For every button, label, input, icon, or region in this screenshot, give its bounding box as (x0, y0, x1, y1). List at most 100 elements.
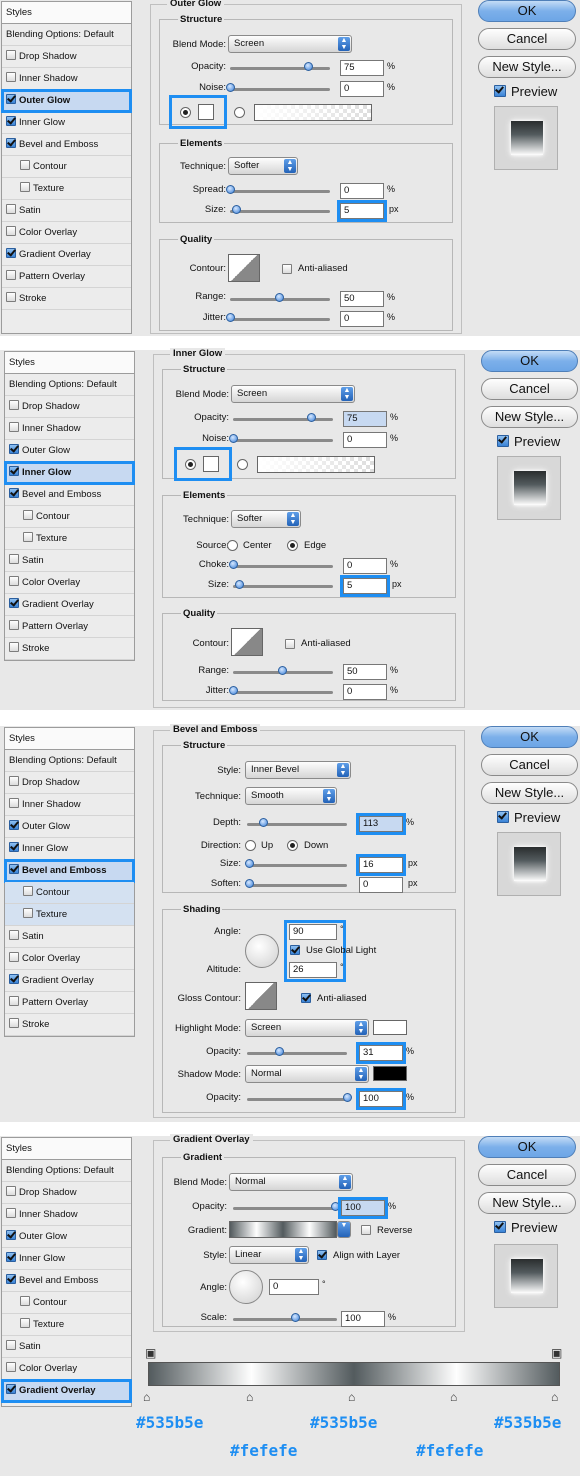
ok-button[interactable]: OK (478, 1136, 576, 1158)
opacity-slider[interactable] (233, 418, 333, 421)
checkbox[interactable] (9, 798, 19, 808)
opacity-slider-knob[interactable] (307, 413, 316, 422)
choke-field[interactable]: 0 (343, 558, 387, 574)
gradient-picker[interactable] (229, 1221, 337, 1238)
size-slider-knob[interactable] (235, 580, 244, 589)
checkbox[interactable] (6, 1208, 16, 1218)
angle-dial[interactable] (245, 934, 279, 968)
style-texture[interactable]: Texture (2, 178, 131, 200)
style-stroke[interactable]: Stroke (2, 288, 131, 310)
style-gradient-overlay[interactable]: Gradient Overlay (2, 244, 131, 266)
style-drop-shadow[interactable]: Drop Shadow (5, 772, 134, 794)
style-pattern-overlay[interactable]: Pattern Overlay (5, 616, 134, 638)
highlight-opacity-slider[interactable] (247, 1052, 347, 1055)
style-satin[interactable]: Satin (5, 550, 134, 572)
style-pattern-overlay[interactable]: Pattern Overlay (5, 992, 134, 1014)
blending-options[interactable]: Blending Options: Default (5, 750, 134, 772)
style-gradient-overlay[interactable]: Gradient Overlay (5, 594, 134, 616)
style-texture[interactable]: Texture (5, 528, 134, 550)
spread-slider[interactable] (230, 190, 330, 193)
noise-field[interactable]: 0 (340, 81, 384, 97)
size-slider[interactable] (230, 210, 330, 213)
style-pattern-overlay[interactable]: Pattern Overlay (2, 266, 131, 288)
blending-options[interactable]: Blending Options: Default (2, 24, 131, 46)
soften-slider-knob[interactable] (245, 879, 254, 888)
technique-select[interactable]: Smooth ▲ ▼ (245, 787, 337, 805)
style-satin[interactable]: Satin (2, 1336, 131, 1358)
color-stop-5[interactable]: ⌂ (551, 1390, 558, 1404)
checkbox[interactable] (6, 1340, 16, 1350)
style-stroke[interactable]: Stroke (5, 638, 134, 660)
range-slider-knob[interactable] (275, 293, 284, 302)
gradient-radio[interactable] (237, 459, 248, 470)
checkbox[interactable] (9, 820, 19, 830)
shadow-mode-select[interactable]: Normal ▲ ▼ (245, 1065, 369, 1083)
highlight-color-swatch[interactable] (373, 1020, 407, 1035)
style-satin[interactable]: Satin (2, 200, 131, 222)
checkbox[interactable] (6, 1384, 16, 1394)
gloss-contour-picker[interactable] (245, 982, 277, 1010)
color-stop-1[interactable]: ⌂ (143, 1390, 150, 1404)
direction-up-radio[interactable] (245, 840, 256, 851)
cancel-button[interactable]: Cancel (481, 378, 578, 400)
blend-mode-select[interactable]: Screen ▲ ▼ (231, 385, 355, 403)
style-bevel[interactable]: Bevel and Emboss (2, 1270, 131, 1292)
checkbox[interactable] (6, 1230, 16, 1240)
size-slider[interactable] (247, 864, 347, 867)
checkbox[interactable] (20, 182, 30, 192)
choke-slider[interactable] (233, 565, 333, 568)
checkbox[interactable] (9, 842, 19, 852)
ok-button[interactable]: OK (481, 350, 578, 372)
checkbox[interactable] (9, 444, 19, 454)
checkbox[interactable] (23, 908, 33, 918)
noise-slider[interactable] (233, 439, 333, 442)
size-field[interactable]: 5 (340, 575, 390, 597)
checkbox[interactable] (6, 50, 16, 60)
style-inner-glow[interactable]: Inner Glow (4, 461, 135, 485)
contour-picker[interactable] (231, 628, 263, 656)
preview-checkbox[interactable] (497, 435, 509, 447)
scale-slider-knob[interactable] (291, 1313, 300, 1322)
shadow-color-swatch[interactable] (373, 1066, 407, 1081)
glow-color-swatch[interactable] (203, 456, 219, 472)
checkbox[interactable] (9, 620, 19, 630)
checkbox[interactable] (9, 598, 19, 608)
style-inner-glow[interactable]: Inner Glow (5, 838, 134, 860)
new-style-button[interactable]: New Style... (478, 56, 576, 78)
style-contour[interactable]: Contour (5, 882, 134, 904)
checkbox[interactable] (9, 776, 19, 786)
jitter-slider[interactable] (230, 318, 330, 321)
style-drop-shadow[interactable]: Drop Shadow (2, 46, 131, 68)
range-field[interactable]: 50 (343, 664, 387, 680)
checkbox[interactable] (6, 1252, 16, 1262)
noise-slider[interactable] (230, 88, 330, 91)
checkbox[interactable] (23, 532, 33, 542)
style-texture[interactable]: Texture (5, 904, 134, 926)
align-layer-checkbox[interactable] (317, 1250, 327, 1260)
style-select[interactable]: Linear ▲ ▼ (229, 1246, 309, 1264)
anti-aliased-checkbox[interactable] (285, 639, 295, 649)
preview-checkbox[interactable] (494, 85, 506, 97)
shadow-opacity-knob[interactable] (343, 1093, 352, 1102)
style-contour[interactable]: Contour (2, 156, 131, 178)
styles-header[interactable]: Styles (5, 352, 134, 374)
style-drop-shadow[interactable]: Drop Shadow (5, 396, 134, 418)
style-outer-glow[interactable]: Outer Glow (2, 1226, 131, 1248)
blending-options[interactable]: Blending Options: Default (5, 374, 134, 396)
style-select[interactable]: Inner Bevel ▲ ▼ (245, 761, 351, 779)
checkbox[interactable] (6, 204, 16, 214)
style-outer-glow[interactable]: Outer Glow (5, 440, 134, 462)
checkbox[interactable] (6, 138, 16, 148)
style-inner-shadow[interactable]: Inner Shadow (5, 418, 134, 440)
cancel-button[interactable]: Cancel (478, 28, 576, 50)
style-contour[interactable]: Contour (2, 1292, 131, 1314)
soften-field[interactable]: 0 (359, 877, 403, 893)
styles-header[interactable]: Styles (5, 728, 134, 750)
contour-picker[interactable] (228, 254, 260, 282)
style-texture[interactable]: Texture (2, 1314, 131, 1336)
checkbox[interactable] (6, 292, 16, 302)
anti-aliased-checkbox[interactable] (282, 264, 292, 274)
reverse-checkbox[interactable] (361, 1225, 371, 1235)
checkbox[interactable] (9, 554, 19, 564)
checkbox[interactable] (23, 510, 33, 520)
